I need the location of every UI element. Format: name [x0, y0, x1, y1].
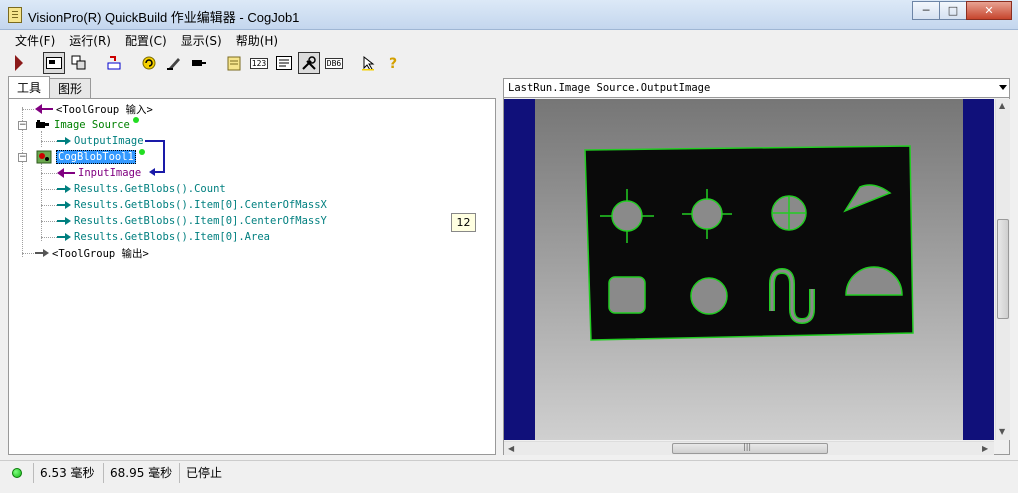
refresh-icon[interactable] — [138, 52, 160, 74]
status-total-time: 68.95 毫秒 — [104, 462, 180, 483]
tree-item-blob-tool[interactable]: CogBlobTool1 — [36, 149, 145, 165]
svg-text:?: ? — [389, 56, 397, 71]
status-dot-icon — [132, 117, 139, 123]
output-arrow-icon — [57, 185, 71, 193]
input-arrow-icon — [57, 168, 75, 178]
output-arrow-icon — [57, 137, 71, 145]
menu-run[interactable]: 运行(R) — [62, 32, 118, 49]
blob-shape-3 — [771, 195, 807, 231]
value-tooltip: 12 — [451, 213, 476, 232]
status-tool-time: 6.53 毫秒 — [34, 462, 104, 483]
tool-tree: <ToolGroup 输入> − Image Source OutputImag… — [8, 98, 496, 455]
numbers-icon[interactable]: 123 — [248, 52, 270, 74]
db-icon[interactable]: DB6 — [323, 52, 345, 74]
tool-panel: 工具 图形 <ToolGroup 输入> − Image Source Outp… — [8, 76, 496, 455]
link-connector — [145, 140, 165, 176]
menu-view[interactable]: 显示(S) — [174, 32, 229, 49]
help-icon[interactable]: ? — [383, 52, 405, 74]
run-icon[interactable] — [8, 52, 30, 74]
blob-tool-icon — [36, 150, 52, 164]
horizontal-scroll-thumb[interactable]: ||| — [672, 442, 828, 454]
tree-item-result-center-y[interactable]: Results.GetBlobs().Item[0].CenterOfMassY — [57, 213, 327, 229]
pointer-icon[interactable] — [358, 52, 380, 74]
blob-image — [535, 99, 963, 440]
title-bar: VisionPro(R) QuickBuild 作业编辑器 - CogJob1 … — [0, 0, 1018, 30]
minimize-button[interactable]: ─ — [912, 1, 940, 20]
chevron-down-icon[interactable] — [999, 85, 1007, 90]
tree-item-image-source[interactable]: Image Source — [34, 117, 139, 133]
tool-icon[interactable] — [298, 52, 320, 74]
image-display-panel: LastRun.Image Source.OutputImage ▲ ▼ ◀ |… — [503, 78, 1010, 455]
camera-icon — [34, 118, 50, 132]
scroll-down-icon[interactable]: ▼ — [999, 427, 1005, 436]
show-job-icon[interactable] — [43, 52, 65, 74]
window-title: VisionPro(R) QuickBuild 作业编辑器 - CogJob1 — [28, 10, 300, 25]
scroll-left-icon[interactable]: ◀ — [508, 444, 514, 453]
status-state: 已停止 — [186, 466, 223, 480]
maximize-button[interactable]: □ — [939, 1, 967, 20]
edit-icon[interactable] — [163, 52, 185, 74]
horizontal-scrollbar[interactable]: ◀ ||| ▶ — [504, 441, 994, 455]
tree-item-result-count[interactable]: Results.GetBlobs().Count — [57, 181, 226, 197]
scroll-right-icon[interactable]: ▶ — [982, 444, 988, 453]
menu-bar: 文件(F) 运行(R) 配置(C) 显示(S) 帮助(H) — [0, 30, 1018, 50]
run-status-light-icon — [11, 467, 22, 478]
tree-item-input-group[interactable]: <ToolGroup 输入> — [35, 101, 153, 117]
tree-item-input-image[interactable]: InputImage — [57, 165, 141, 181]
tools-icon[interactable] — [68, 52, 90, 74]
notes-icon[interactable] — [223, 52, 245, 74]
expand-image-source-icon[interactable]: − — [18, 121, 27, 130]
blob-shape-6 — [690, 277, 728, 315]
menu-config[interactable]: 配置(C) — [118, 32, 174, 49]
image-source-select[interactable]: LastRun.Image Source.OutputImage — [504, 79, 1009, 98]
tab-tools[interactable]: 工具 — [8, 76, 51, 98]
tree-item-result-area[interactable]: Results.GetBlobs().Item[0].Area — [57, 229, 270, 245]
blob-shape-5 — [608, 276, 646, 314]
status-bar: 6.53 毫秒 68.95 毫秒 已停止 — [0, 460, 1018, 484]
vertical-scroll-thumb[interactable] — [997, 219, 1009, 319]
tree-item-output-image[interactable]: OutputImage — [57, 133, 144, 149]
vertical-scrollbar[interactable]: ▲ ▼ — [995, 99, 1010, 440]
results-icon[interactable] — [273, 52, 295, 74]
scroll-up-icon[interactable]: ▲ — [999, 101, 1005, 110]
input-arrow-icon — [35, 104, 53, 114]
expand-blob-tool-icon[interactable]: − — [18, 153, 27, 162]
tree-item-output-group[interactable]: <ToolGroup 输出> — [35, 245, 149, 261]
output-arrow-icon — [57, 201, 71, 209]
toolbar: 123 DB6 ? — [0, 50, 1018, 76]
output-arrow-icon — [35, 249, 49, 257]
camera-icon[interactable] — [188, 52, 210, 74]
tree-item-result-center-x[interactable]: Results.GetBlobs().Item[0].CenterOfMassX — [57, 197, 327, 213]
menu-file[interactable]: 文件(F) — [8, 32, 62, 49]
menu-help[interactable]: 帮助(H) — [229, 32, 285, 49]
output-arrow-icon — [57, 217, 71, 225]
tab-graphics[interactable]: 图形 — [49, 78, 92, 98]
image-display[interactable] — [504, 99, 994, 440]
app-icon — [8, 7, 22, 23]
output-arrow-icon — [57, 233, 71, 241]
reset-icon[interactable] — [103, 52, 125, 74]
close-button[interactable]: ✕ — [966, 1, 1012, 20]
